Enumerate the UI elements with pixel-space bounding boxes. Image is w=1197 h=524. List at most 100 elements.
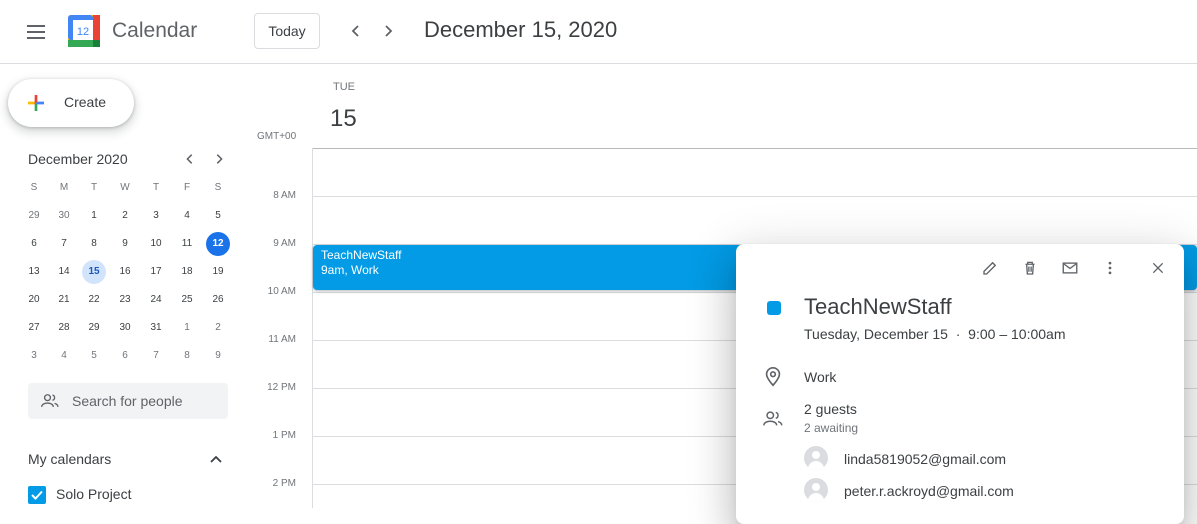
mini-calendar-day[interactable]: 21 (52, 288, 76, 312)
previous-period-button[interactable] (340, 15, 372, 47)
mini-calendar-weekday-header: S (214, 182, 222, 193)
grid-left-border (312, 148, 313, 508)
popup-event-title: TeachNewStaff (804, 294, 952, 319)
calendar-logo-icon: 12 (68, 15, 100, 47)
mini-calendar-day[interactable]: 1 (175, 316, 199, 340)
mini-calendar-day[interactable]: 17 (144, 260, 168, 284)
mini-calendar-day[interactable]: 30 (113, 316, 137, 340)
mini-calendar-day[interactable]: 29 (22, 204, 46, 228)
more-vert-icon (1108, 261, 1112, 275)
popup-event-location: Work (804, 369, 837, 385)
guest-avatar (804, 446, 828, 470)
create-button-label: Create (64, 94, 107, 110)
mini-calendar-day[interactable]: 26 (206, 288, 230, 312)
mini-calendar-day[interactable]: 7 (144, 344, 168, 368)
mini-calendar-day[interactable]: 22 (82, 288, 106, 312)
grid-top-border (312, 148, 1197, 149)
mini-calendar-day[interactable]: 9 (113, 232, 137, 256)
mini-calendar-day[interactable]: 2 (206, 316, 230, 340)
mini-calendar-day[interactable]: 30 (52, 204, 76, 228)
create-button[interactable]: Create (8, 79, 134, 127)
close-popup-button[interactable] (1146, 256, 1170, 280)
trash-icon (1025, 261, 1035, 275)
mini-calendar-day[interactable]: 28 (52, 316, 76, 340)
popup-event-datetime: Tuesday, December 15 · 9:00 – 10:00am (804, 326, 1066, 342)
hour-label: 12 PM (267, 382, 296, 393)
chevron-right-icon (216, 154, 223, 164)
pencil-icon (983, 261, 997, 275)
chevron-right-icon (385, 25, 393, 37)
search-people-input[interactable]: Search for people (28, 383, 228, 419)
chevron-up-icon (210, 455, 222, 463)
close-icon (1152, 262, 1164, 274)
today-button[interactable]: Today (254, 13, 320, 49)
hour-gridline (312, 196, 1197, 197)
mini-calendar-day[interactable]: 23 (113, 288, 137, 312)
hour-label: 8 AM (273, 190, 296, 201)
mini-calendar-day[interactable]: 8 (175, 344, 199, 368)
mini-calendar-month-label: December 2020 (28, 151, 128, 167)
checkmark-icon (31, 490, 43, 500)
mini-calendar-weekday-header: S (30, 182, 38, 193)
calendar-checkbox-solo-project[interactable] (28, 486, 46, 504)
guest-email[interactable]: linda5819052@gmail.com (844, 451, 1006, 467)
event-color-swatch (767, 301, 781, 315)
current-date-title: December 15, 2020 (424, 17, 618, 42)
mini-calendar-day[interactable]: 20 (22, 288, 46, 312)
mini-calendar-weekday-header: T (152, 182, 160, 193)
mini-calendar-weekday-header: T (90, 182, 98, 193)
mini-calendar-day[interactable]: 12 (206, 232, 230, 256)
mini-calendar-day[interactable]: 8 (82, 232, 106, 256)
mini-calendar-day[interactable]: 4 (52, 344, 76, 368)
next-period-button[interactable] (372, 15, 404, 47)
mini-calendar-weekday-header: F (183, 182, 191, 193)
my-calendars-collapse-button[interactable] (204, 448, 228, 472)
mini-calendar-previous-month-button[interactable] (176, 145, 204, 173)
calendar-label-solo-project[interactable]: Solo Project (56, 486, 131, 502)
mini-calendar-day[interactable]: 19 (206, 260, 230, 284)
mini-calendar-day[interactable]: 3 (22, 344, 46, 368)
my-calendars-heading: My calendars (28, 451, 112, 467)
mini-calendar-day[interactable]: 14 (52, 260, 76, 284)
hour-label: 11 AM (268, 334, 296, 345)
guest-email[interactable]: peter.r.ackroyd@gmail.com (844, 483, 1014, 499)
mini-calendar-day[interactable]: 31 (144, 316, 168, 340)
email-guests-button[interactable] (1058, 256, 1082, 280)
people-icon (763, 411, 783, 426)
popup-guests-status: 2 awaiting (804, 421, 859, 435)
hour-label: 10 AM (267, 286, 296, 297)
mini-calendar-day[interactable]: 13 (22, 260, 46, 284)
more-options-button[interactable] (1098, 256, 1122, 280)
mini-calendar-day[interactable]: 3 (144, 204, 168, 228)
day-column-weekday: TUE (333, 81, 355, 93)
delete-event-button[interactable] (1018, 256, 1042, 280)
people-icon (41, 394, 59, 407)
app-title: Calendar (112, 19, 198, 42)
mini-calendar-day[interactable]: 25 (175, 288, 199, 312)
mini-calendar-day[interactable]: 6 (113, 344, 137, 368)
mini-calendar-next-month-button[interactable] (205, 145, 233, 173)
mini-calendar-day[interactable]: 24 (144, 288, 168, 312)
mini-calendar-weekday-header: W (120, 182, 130, 193)
mini-calendar-day[interactable]: 2 (113, 204, 137, 228)
mini-calendar-day[interactable]: 10 (144, 232, 168, 256)
svg-text:12: 12 (77, 26, 89, 38)
mini-calendar-day[interactable]: 5 (206, 204, 230, 228)
mini-calendar-day[interactable]: 1 (82, 204, 106, 228)
event-details-popup: TeachNewStaff Tuesday, December 15 · 9:0… (736, 244, 1184, 524)
mini-calendar-day[interactable]: 11 (175, 232, 199, 256)
day-column-date-number[interactable]: 15 (330, 105, 357, 133)
mini-calendar-day[interactable]: 4 (175, 204, 199, 228)
main-menu-button[interactable] (20, 16, 52, 48)
mini-calendar-day[interactable]: 6 (22, 232, 46, 256)
mini-calendar-day[interactable]: 27 (22, 316, 46, 340)
mini-calendar-day[interactable]: 5 (82, 344, 106, 368)
mini-calendar-day[interactable]: 29 (82, 316, 106, 340)
mini-calendar-day[interactable]: 15 (82, 260, 106, 284)
hour-label: 2 PM (272, 478, 296, 489)
edit-event-button[interactable] (978, 256, 1002, 280)
mini-calendar-day[interactable]: 16 (113, 260, 137, 284)
mini-calendar-day[interactable]: 18 (175, 260, 199, 284)
mini-calendar-day[interactable]: 7 (52, 232, 76, 256)
mini-calendar-day[interactable]: 9 (206, 344, 230, 368)
